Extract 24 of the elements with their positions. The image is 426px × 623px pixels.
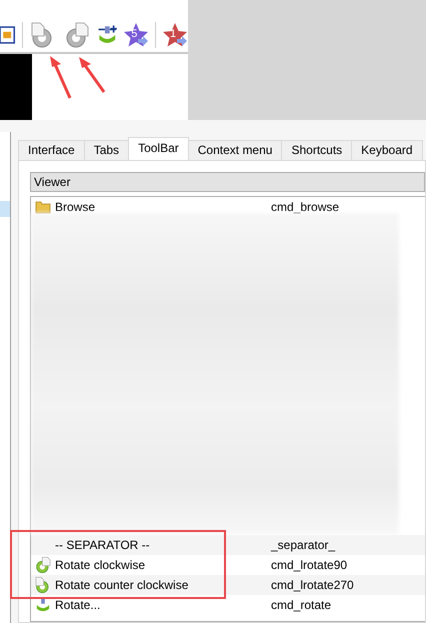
tab[interactable]: Keyboard xyxy=(351,140,423,160)
command-id: _separator_ xyxy=(271,538,336,552)
tab[interactable]: Shortcuts xyxy=(281,140,352,160)
adjust-icon xyxy=(35,597,51,613)
command-name: Browse xyxy=(55,200,96,214)
command-id: cmd_rotate xyxy=(271,598,332,612)
command-id: cmd_lrotate270 xyxy=(271,578,354,592)
command-id: cmd_lrotate90 xyxy=(271,558,348,572)
image-area xyxy=(0,54,32,120)
command-name: Rotate... xyxy=(55,598,102,612)
rotate-right-icon xyxy=(34,556,52,574)
tab[interactable]: ToolBar xyxy=(128,137,189,160)
tab[interactable]: Context menu xyxy=(188,140,282,160)
command-id: cmd_browse xyxy=(271,200,340,214)
command-row[interactable]: Rotate counter clockwise cmd_lrotate270 xyxy=(31,575,425,595)
tab[interactable]: Tabs xyxy=(84,140,130,160)
command-name: -- SEPARATOR -- xyxy=(55,538,151,552)
command-name: Rotate clockwise xyxy=(55,558,146,572)
star-icon[interactable]: 1 xyxy=(162,22,188,48)
command-row[interactable]: -- SEPARATOR -- _separator_ xyxy=(31,535,425,555)
command-name: Rotate counter clockwise xyxy=(55,578,190,592)
star-number: 1 xyxy=(170,28,176,40)
tab[interactable]: Interface xyxy=(18,140,85,160)
section-header: Viewer xyxy=(30,172,425,192)
